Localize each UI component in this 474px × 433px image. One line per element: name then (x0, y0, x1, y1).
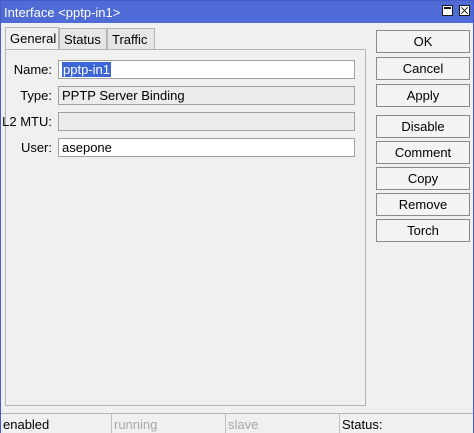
type-field: PPTP Server Binding (58, 86, 355, 105)
tab-general[interactable]: General (5, 27, 59, 50)
status-bar: enabled running slave Status: (1, 413, 473, 433)
user-field[interactable]: asepone (58, 138, 355, 157)
status-slave: slave (226, 414, 340, 433)
copy-button[interactable]: Copy (376, 167, 470, 190)
type-label: Type: (20, 88, 52, 103)
remove-button[interactable]: Remove (376, 193, 470, 216)
l2-mtu-label: L2 MTU: (2, 114, 52, 129)
status-text: Status: (342, 417, 383, 432)
maximize-icon[interactable] (442, 5, 453, 16)
close-icon[interactable] (459, 5, 470, 16)
status-running: running (112, 414, 226, 433)
comment-button[interactable]: Comment (376, 141, 470, 164)
user-label: User: (20, 140, 52, 155)
interface-window: Interface <pptp-in1> Status Traffic Gene… (0, 0, 474, 433)
status-enabled: enabled (1, 414, 112, 433)
cancel-button[interactable]: Cancel (376, 57, 470, 80)
window-title: Interface <pptp-in1> (4, 5, 121, 20)
l2-mtu-field (58, 112, 355, 131)
name-label: Name: (13, 62, 52, 77)
tab-status[interactable]: Status (59, 28, 107, 49)
disable-button[interactable]: Disable (376, 115, 470, 138)
torch-button[interactable]: Torch (376, 219, 470, 242)
title-bar[interactable]: Interface <pptp-in1> (1, 1, 473, 23)
name-value: pptp-in1 (62, 62, 111, 77)
name-field[interactable]: pptp-in1 (58, 60, 355, 79)
apply-button[interactable]: Apply (376, 84, 470, 107)
tab-traffic[interactable]: Traffic (107, 28, 155, 49)
ok-button[interactable]: OK (376, 30, 470, 53)
